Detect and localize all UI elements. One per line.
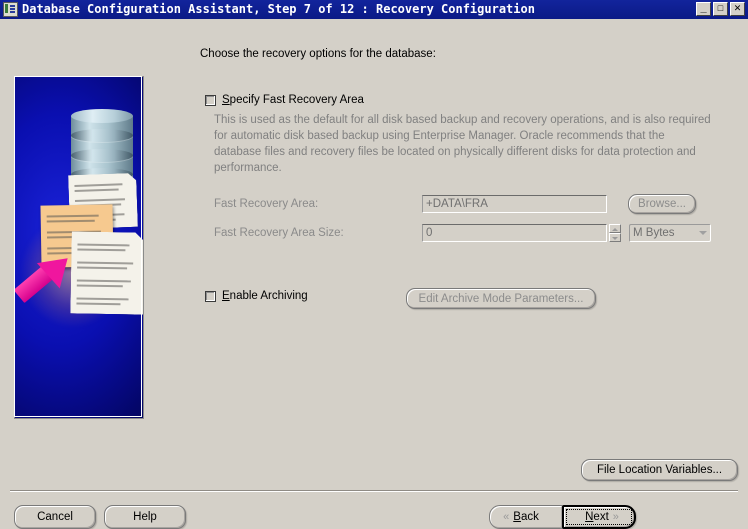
minimize-icon: _ <box>700 2 707 14</box>
edit-archive-mode-parameters-button[interactable]: Edit Archive Mode Parameters... <box>406 288 596 309</box>
spinner-up-icon[interactable] <box>609 224 621 233</box>
next-button[interactable]: Next » <box>562 505 636 529</box>
page-instruction: Choose the recovery options for the data… <box>200 48 436 60</box>
fast-recovery-area-label: Fast Recovery Area: <box>214 198 319 210</box>
enable-archiving-label: Enable Archiving <box>222 290 308 302</box>
browse-button[interactable]: Browse... <box>628 194 696 214</box>
spinner-down-icon[interactable] <box>609 233 621 242</box>
chevron-right-icon: » <box>612 511 619 523</box>
maximize-button[interactable]: □ <box>713 2 728 16</box>
close-button[interactable]: ✕ <box>730 2 745 16</box>
close-icon: ✕ <box>733 3 742 13</box>
specify-fast-recovery-area-label: Specify Fast Recovery Area <box>222 94 364 106</box>
back-button[interactable]: « Back <box>489 505 563 529</box>
size-unit-select[interactable]: M Bytes <box>629 224 711 242</box>
help-button[interactable]: Help <box>104 505 186 529</box>
title-bar: Database Configuration Assistant, Step 7… <box>0 0 748 19</box>
fast-recovery-area-size-label: Fast Recovery Area Size: <box>214 227 344 239</box>
file-location-variables-button[interactable]: File Location Variables... <box>581 459 738 481</box>
magenta-arrow-icon <box>15 245 87 314</box>
chevron-left-icon: « <box>503 511 510 523</box>
footer-divider <box>10 490 738 491</box>
chevron-down-icon <box>699 231 707 235</box>
size-spinner[interactable] <box>609 224 621 242</box>
size-unit-value: M Bytes <box>633 227 675 239</box>
recovery-illustration <box>14 76 144 419</box>
checkbox-box[interactable] <box>205 290 216 302</box>
back-label: Back <box>513 511 539 523</box>
database-app-icon <box>3 2 18 17</box>
cancel-button[interactable]: Cancel <box>14 505 96 529</box>
next-label: Next <box>585 511 609 523</box>
window-controls: _ □ ✕ <box>696 2 745 16</box>
fast-recovery-area-row: Fast Recovery Area: +DATA\FRA Browse... <box>214 194 696 214</box>
client-area: Choose the recovery options for the data… <box>0 19 748 529</box>
fra-description: This is used as the default for all disk… <box>214 114 711 174</box>
navigation-buttons: « Back Next » <box>489 505 636 529</box>
fast-recovery-area-input[interactable]: +DATA\FRA <box>422 195 607 213</box>
dbca-window: Database Configuration Assistant, Step 7… <box>0 0 748 529</box>
enable-archiving-checkbox[interactable]: Enable Archiving <box>205 290 308 302</box>
minimize-button[interactable]: _ <box>696 2 711 16</box>
fast-recovery-area-size-row: Fast Recovery Area Size: 0 M Bytes <box>214 224 711 242</box>
checkbox-box[interactable] <box>205 94 216 106</box>
maximize-icon: □ <box>717 3 724 13</box>
fast-recovery-area-size-input[interactable]: 0 <box>422 224 607 242</box>
specify-fast-recovery-area-checkbox[interactable]: Specify Fast Recovery Area <box>205 94 364 106</box>
window-title: Database Configuration Assistant, Step 7… <box>22 2 535 16</box>
